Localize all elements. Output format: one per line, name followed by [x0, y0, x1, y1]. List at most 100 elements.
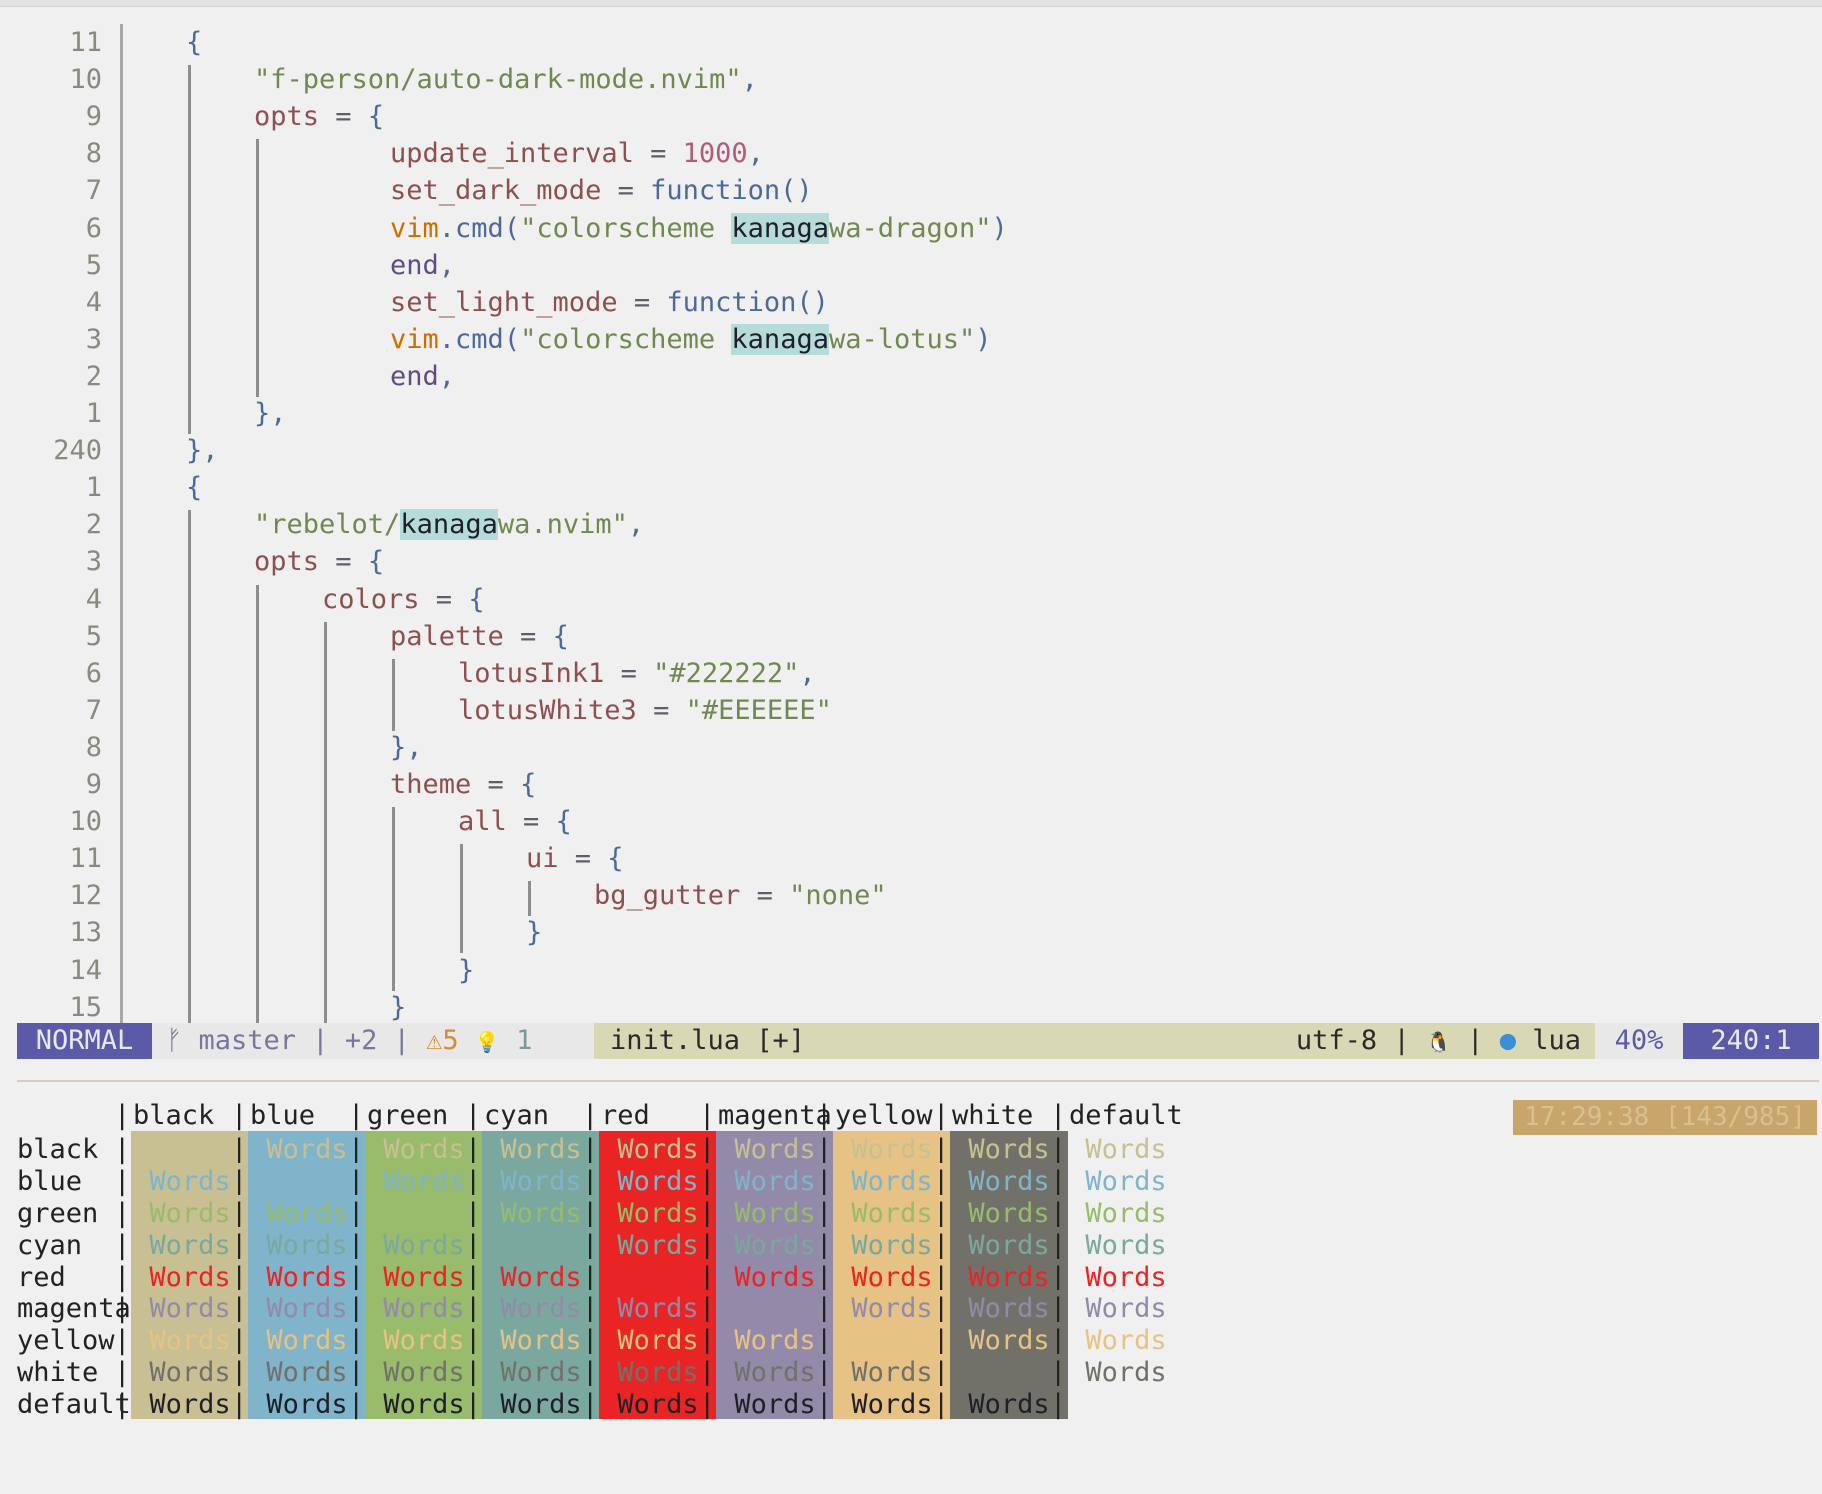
- separator: |: [1467, 1025, 1484, 1056]
- code-text: },: [254, 395, 287, 432]
- code-line[interactable]: 10 all = {: [0, 803, 1822, 840]
- code-token: wa-lotus": [828, 323, 976, 355]
- code-line[interactable]: 9 theme = {: [0, 766, 1822, 803]
- code-text: {: [186, 24, 202, 61]
- line-number: 2: [85, 360, 102, 392]
- code-text: palette = {: [390, 618, 569, 655]
- code-token: }: [390, 991, 407, 1023]
- column-separator: |: [933, 1389, 950, 1421]
- line-number: 6: [85, 212, 102, 244]
- code-token: all: [458, 806, 507, 838]
- code-token: ,: [741, 64, 758, 96]
- code-token: cmd: [455, 323, 504, 355]
- code-token: vim: [390, 212, 439, 244]
- line-number: 9: [85, 101, 102, 133]
- code-token: =: [506, 806, 556, 838]
- code-line[interactable]: 7 lotusWhite3 = "#EEEEEE": [0, 692, 1822, 729]
- code-text: opts = {: [254, 543, 384, 580]
- column-separator: |: [816, 1100, 833, 1131]
- scroll-percent: 40%: [1595, 1023, 1683, 1059]
- code-text: "rebelot/kanagawa.nvim",: [254, 506, 644, 543]
- separator: |: [312, 1025, 329, 1056]
- color-swatch-cell: Words: [1085, 1165, 1167, 1197]
- code-text: lotusWhite3 = "#EEEEEE": [458, 692, 832, 729]
- code-token: {: [186, 27, 203, 58]
- code-line[interactable]: 1{: [0, 469, 1822, 506]
- line-number: 3: [85, 546, 102, 578]
- code-line[interactable]: 13}: [0, 914, 1822, 951]
- code-token: "colorscheme: [520, 323, 732, 355]
- code-token: },: [254, 398, 287, 429]
- code-token: lotusWhite3: [458, 694, 637, 726]
- code-line[interactable]: 240},: [0, 432, 1822, 469]
- code-token: "rebelot/: [254, 509, 401, 541]
- code-line[interactable]: 6 vim.cmd("colorscheme kanagawa-dragon"): [0, 210, 1822, 247]
- code-text: {: [186, 469, 202, 506]
- column-header: green: [367, 1100, 449, 1131]
- code-token: theme: [390, 769, 472, 800]
- column-separator: |: [114, 1100, 131, 1131]
- code-token: =: [604, 657, 654, 689]
- code-line[interactable]: 11 {: [0, 24, 1822, 61]
- code-line[interactable]: 2 "rebelot/kanagawa.nvim",: [0, 506, 1822, 543]
- code-line[interactable]: 14}: [0, 952, 1822, 989]
- color-swatch-cell: [1067, 1386, 1185, 1419]
- code-line[interactable]: 2 end,: [0, 358, 1822, 395]
- code-token: "#222222": [653, 657, 800, 689]
- code-token: {: [607, 843, 624, 875]
- table-header-row: | black | blue | green | cyan | red | magenta | yello…: [0, 1097, 1822, 1134]
- code-line[interactable]: 1},: [0, 395, 1822, 432]
- code-line[interactable]: 8 update_interval = 1000,: [0, 135, 1822, 172]
- column-separator: |: [465, 1100, 482, 1131]
- code-token: 1000: [682, 138, 748, 170]
- code-line[interactable]: 4 set_light_mode = function(): [0, 284, 1822, 321]
- line-number: 14: [69, 954, 102, 986]
- code-token: {: [552, 620, 569, 652]
- code-token: =: [558, 843, 608, 875]
- code-line[interactable]: 7 set_dark_mode = function(): [0, 172, 1822, 209]
- pane-divider: [17, 1080, 1819, 1082]
- code-line[interactable]: 12 bg_gutter = "none": [0, 877, 1822, 914]
- code-token: =: [633, 138, 683, 170]
- code-token: cmd: [455, 212, 504, 244]
- code-line[interactable]: 6 lotusInk1 = "#222222",: [0, 655, 1822, 692]
- code-line[interactable]: 3 vim.cmd("colorscheme kanagawa-lotus"): [0, 321, 1822, 358]
- column-separator: |: [582, 1389, 599, 1421]
- code-token: function: [666, 286, 797, 318]
- cursor-position: 240:1: [1683, 1023, 1819, 1059]
- code-text: end,: [390, 358, 455, 395]
- code-text: },: [390, 729, 423, 766]
- code-line[interactable]: 8},: [0, 729, 1822, 766]
- line-number: 1: [85, 472, 102, 504]
- code-line[interactable]: 15}: [0, 989, 1822, 1026]
- code-token: =: [617, 286, 667, 318]
- color-swatch-cell: Words: [1085, 1325, 1167, 1357]
- terminal-window: 11{10 "f-person/auto-dark-mode.nvim", 9 opt…: [0, 0, 1822, 1494]
- line-number: 11: [69, 843, 102, 875]
- line-number: 11: [69, 27, 102, 58]
- code-token: =: [636, 694, 686, 726]
- git-section: ᚠ master | +2 | ⚠5 💡 1: [152, 1023, 594, 1059]
- git-branch: master: [198, 1025, 297, 1056]
- line-number: 2: [85, 509, 102, 541]
- code-token: },: [186, 435, 219, 467]
- code-line[interactable]: 9 opts = {: [0, 98, 1822, 135]
- column-separator: |: [114, 1389, 131, 1421]
- code-line[interactable]: 10 "f-person/auto-dark-mode.nvim",: [0, 61, 1822, 98]
- code-token: "colorscheme: [520, 212, 732, 244]
- code-line[interactable]: 5 palette = {: [0, 618, 1822, 655]
- code-line[interactable]: 5 end,: [0, 247, 1822, 284]
- line-number: 7: [85, 175, 102, 207]
- code-token: kanaga: [400, 509, 498, 541]
- column-separator: |: [231, 1100, 248, 1131]
- code-line[interactable]: 11 ui = {: [0, 840, 1822, 877]
- code-editor[interactable]: 11{10 "f-person/auto-dark-mode.nvim", 9 opt…: [0, 24, 1822, 1024]
- code-line[interactable]: 4 colors = {: [0, 581, 1822, 618]
- color-swatch-cell: Words: [1085, 1357, 1167, 1389]
- code-token: "none": [789, 880, 887, 912]
- code-token: }: [458, 954, 475, 986]
- column-separator: |: [348, 1100, 365, 1131]
- code-line[interactable]: 3 opts = {: [0, 543, 1822, 580]
- code-token: {: [367, 546, 385, 578]
- code-token: colors: [322, 583, 420, 615]
